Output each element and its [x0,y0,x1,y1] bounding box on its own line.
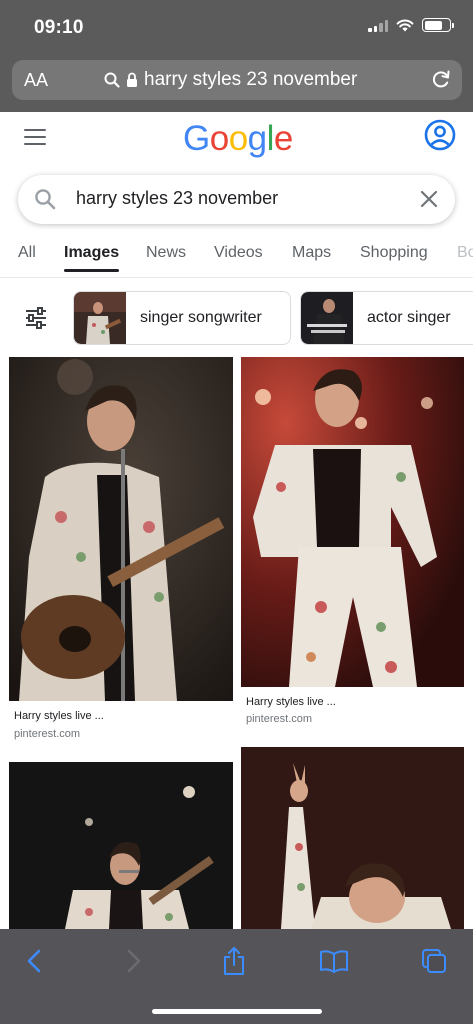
search-input[interactable]: harry styles 23 november [76,188,406,209]
status-bar: 09:10 [0,0,473,56]
tune-filter-icon[interactable] [24,306,48,330]
clear-search-icon[interactable] [419,189,439,209]
chip-thumbnail [301,292,353,344]
related-chips-row: singer songwriter actor singer [0,291,473,345]
bookmarks-button[interactable] [314,943,354,979]
text-size-label: AA [24,70,49,90]
reload-icon [432,70,450,88]
google-header: Google [0,112,473,164]
tab-images[interactable]: Images [64,244,119,262]
status-icons [368,18,454,32]
logo-letter: e [273,119,293,158]
tab-videos[interactable]: Videos [214,244,263,262]
result-caption[interactable]: Harry styles live ... [246,696,336,708]
tab-books[interactable]: Bo [457,244,473,262]
result-caption[interactable]: Harry styles live ... [14,710,104,722]
result-image[interactable] [241,357,464,687]
chip-label: singer songwriter [140,309,262,326]
active-tab-indicator [64,269,119,272]
search-tabs: All Images News Videos Maps Shopping Bo [0,232,473,278]
back-button[interactable] [14,943,54,979]
chip-thumbnail [74,292,126,344]
cellular-signal-icon [368,18,388,32]
logo-letter: o [228,119,248,158]
home-indicator[interactable] [152,1009,322,1014]
result-source: pinterest.com [246,713,313,725]
google-logo[interactable]: Google [183,119,293,159]
lock-icon [127,72,137,87]
logo-letter: g [247,119,267,158]
chip-singer-songwriter[interactable]: singer songwriter [73,291,291,345]
tab-maps[interactable]: Maps [292,244,331,262]
battery-level [424,20,442,30]
result-source: pinterest.com [14,728,81,740]
share-icon [224,947,244,975]
tab-all[interactable]: All [18,244,36,262]
search-box[interactable]: harry styles 23 november [18,175,455,224]
account-circle-icon [424,119,456,151]
account-button[interactable] [424,119,456,156]
url-display[interactable]: harry styles 23 november [104,69,357,91]
browser-top-chrome: 09:10 AA harry styles 23 november [0,0,473,112]
logo-letter: G [183,119,210,158]
chip-actor-singer[interactable]: actor singer [300,291,473,345]
text-size-button[interactable]: AA [24,70,48,91]
url-text: harry styles 23 november [144,69,358,90]
logo-letter: l [266,119,275,158]
address-bar[interactable]: AA harry styles 23 november [12,60,462,100]
hamburger-menu-icon[interactable] [24,129,46,150]
image-result[interactable]: Harry styles live ... pinterest.com [9,357,233,747]
tab-shopping[interactable]: Shopping [360,244,428,262]
status-time: 09:10 [34,17,84,38]
reload-button[interactable] [430,68,452,95]
tabs-button[interactable] [414,943,454,979]
chip-label: actor singer [367,309,451,326]
tab-news[interactable]: News [146,244,186,262]
share-button[interactable] [214,943,254,979]
search-icon [104,72,120,88]
back-icon [27,949,41,973]
result-image[interactable] [241,747,464,929]
logo-letter: o [209,119,229,158]
forward-icon [127,949,141,973]
result-image[interactable] [9,762,233,929]
forward-button[interactable] [114,943,154,979]
image-result[interactable] [241,747,464,929]
battery-icon [422,18,454,32]
result-image[interactable] [9,357,233,701]
bookmarks-icon [320,950,348,973]
wifi-icon [396,19,414,32]
image-result[interactable]: Harry styles live ... pinterest.com [241,357,464,732]
search-icon[interactable] [34,188,56,210]
tabs-icon [422,949,446,973]
image-result[interactable] [9,762,233,929]
